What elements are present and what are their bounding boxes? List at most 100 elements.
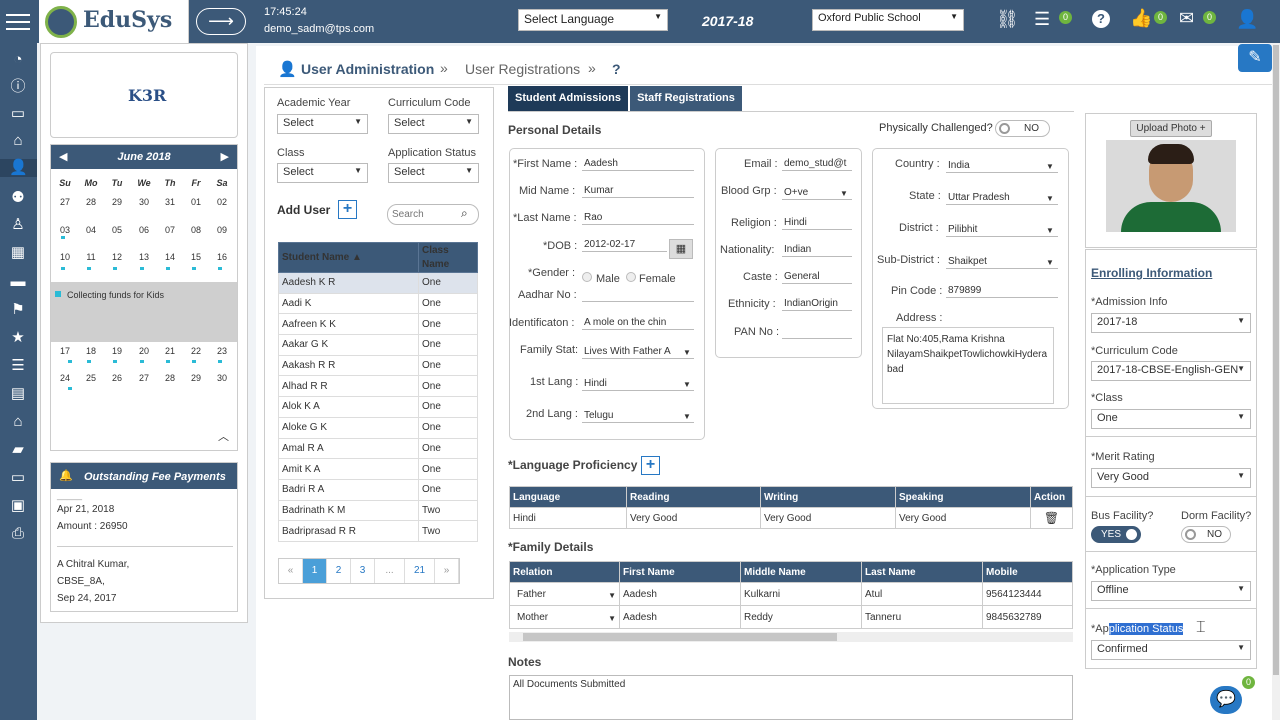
bed-icon[interactable]: ▭ bbox=[8, 469, 28, 487]
speaking-cell[interactable]: Very Good bbox=[895, 507, 1031, 529]
dorm-facility-toggle[interactable]: NO bbox=[1181, 526, 1231, 543]
calendar-event[interactable]: Collecting funds for Kids bbox=[67, 290, 164, 300]
list-icon[interactable]: ☰ bbox=[8, 357, 28, 375]
curriculum-code-select[interactable]: Select ▼ bbox=[388, 114, 479, 134]
state-select[interactable]: Uttar Pradesh bbox=[946, 191, 1058, 205]
calendar-day[interactable]: 27 bbox=[131, 373, 157, 383]
curriculum-code-select[interactable]: 2017-18-CBSE-English-GEN ▼ bbox=[1091, 361, 1251, 381]
calendar-day[interactable]: 10 bbox=[52, 252, 78, 262]
admission-info-select[interactable]: 2017-18 ▼ bbox=[1091, 313, 1251, 333]
calendar-day[interactable]: 21 bbox=[157, 346, 183, 356]
reading-cell[interactable]: Very Good bbox=[626, 507, 761, 529]
class-name-cell[interactable]: One bbox=[418, 396, 478, 418]
sort-asc-icon[interactable]: ▲ bbox=[352, 252, 362, 263]
female-radio[interactable] bbox=[626, 272, 636, 282]
calendar-icon[interactable]: ▦ bbox=[669, 239, 693, 259]
table-row[interactable]: Aafreen K K One bbox=[278, 313, 478, 336]
mid-name-field[interactable]: Kumar bbox=[582, 184, 694, 198]
calendar-day[interactable]: 09 bbox=[209, 225, 235, 235]
family-cell[interactable]: Aadesh bbox=[619, 605, 741, 629]
class-select[interactable]: Select ▼ bbox=[277, 163, 368, 183]
calendar-day[interactable]: 20 bbox=[131, 346, 157, 356]
calendar-day[interactable]: 26 bbox=[104, 373, 130, 383]
nationality-field[interactable]: Indian bbox=[782, 243, 852, 257]
graduation-icon[interactable]: ⌂ bbox=[8, 413, 28, 431]
student-name-cell[interactable]: Aafreen K K bbox=[278, 313, 419, 336]
add-language-button[interactable]: + bbox=[641, 456, 660, 475]
notes-textarea[interactable]: All Documents Submitted bbox=[509, 675, 1073, 720]
user-email[interactable]: demo_sadm@tps.com bbox=[264, 23, 374, 35]
family-cell[interactable]: Tanneru bbox=[861, 605, 983, 629]
tab-student-admissions[interactable]: Student Admissions bbox=[508, 86, 628, 111]
calendar-day[interactable]: 11 bbox=[78, 252, 104, 262]
bus-facility-toggle[interactable]: YES bbox=[1091, 526, 1141, 543]
calendar-day[interactable]: 05 bbox=[104, 225, 130, 235]
language-select[interactable]: Select Language ▼ bbox=[518, 9, 668, 31]
news-icon[interactable]: ☰ bbox=[1034, 9, 1050, 30]
bank-icon[interactable]: ⌂ bbox=[8, 132, 28, 150]
bus-icon[interactable]: ▣ bbox=[8, 497, 28, 515]
table-row[interactable]: Badrinath K M Two bbox=[278, 499, 478, 522]
page-button[interactable]: ... bbox=[375, 559, 405, 583]
email-field[interactable]: demo_stud@t bbox=[782, 157, 852, 171]
next-month-icon[interactable]: ▶ bbox=[221, 150, 229, 163]
class-name-cell[interactable]: One bbox=[418, 478, 478, 501]
table-row[interactable]: Amal R A One bbox=[278, 437, 478, 460]
calendar-day[interactable]: 31 bbox=[157, 197, 183, 207]
district-select[interactable]: Pilibhit bbox=[946, 223, 1058, 237]
scrollbar-thumb[interactable] bbox=[523, 633, 837, 641]
calendar-day[interactable]: 12 bbox=[104, 252, 130, 262]
student-name-cell[interactable]: Aloke G K bbox=[278, 416, 419, 439]
family-cell[interactable]: Aadesh bbox=[619, 582, 741, 606]
relation-select[interactable]: Mother ▼ bbox=[509, 605, 620, 629]
calendar-day[interactable]: 28 bbox=[157, 373, 183, 383]
vertical-scrollbar[interactable] bbox=[1272, 43, 1280, 720]
application-status-select[interactable]: Confirmed ▼ bbox=[1091, 640, 1251, 660]
calculator-icon[interactable]: ▦ bbox=[8, 244, 28, 262]
chat-icon[interactable]: 💬 bbox=[1210, 686, 1242, 714]
col-student-name[interactable]: Student Name ▲ bbox=[278, 242, 419, 273]
calendar-day[interactable]: 15 bbox=[183, 252, 209, 262]
table-row[interactable]: Alhad R R One bbox=[278, 375, 478, 398]
calendar-day[interactable]: 19 bbox=[104, 346, 130, 356]
user-admin-icon[interactable]: 👤 bbox=[0, 159, 37, 177]
family-cell[interactable]: Atul bbox=[861, 582, 983, 606]
calendar-day[interactable]: 03 bbox=[52, 225, 78, 235]
calendar-day[interactable]: 24 bbox=[52, 373, 78, 383]
calendar-day[interactable]: 22 bbox=[183, 346, 209, 356]
calendar-day[interactable]: 14 bbox=[157, 252, 183, 262]
mail-icon[interactable]: ✉ bbox=[1179, 8, 1194, 29]
table-row[interactable]: Aakash R R One bbox=[278, 354, 478, 377]
family-cell[interactable]: 9845632789 bbox=[982, 605, 1073, 629]
next-page-button[interactable]: » bbox=[435, 559, 459, 583]
family-status-select[interactable]: Lives With Father A bbox=[582, 345, 694, 359]
class-name-cell[interactable]: One bbox=[418, 272, 478, 294]
collapse-arrow-icon[interactable]: ⟶ bbox=[196, 8, 246, 35]
add-user-button[interactable]: + bbox=[338, 200, 357, 219]
document-icon[interactable]: ▤ bbox=[8, 385, 28, 403]
physically-challenged-toggle[interactable]: NO bbox=[995, 120, 1050, 137]
male-radio[interactable] bbox=[582, 272, 592, 282]
calendar-day[interactable]: 16 bbox=[209, 252, 235, 262]
aadhar-field[interactable] bbox=[582, 288, 694, 302]
academic-year-select[interactable]: Select ▼ bbox=[277, 114, 368, 134]
country-select[interactable]: India bbox=[946, 159, 1058, 173]
upload-photo-button[interactable]: Upload Photo + bbox=[1130, 120, 1212, 137]
table-row[interactable]: Alok K A One bbox=[278, 396, 478, 418]
calendar-day[interactable]: 29 bbox=[183, 373, 209, 383]
subdistrict-select[interactable]: Shaikpet bbox=[946, 255, 1058, 269]
calendar-day[interactable]: 17 bbox=[52, 346, 78, 356]
hamburger-menu-icon[interactable] bbox=[6, 12, 30, 30]
prev-page-button[interactable]: « bbox=[279, 559, 303, 583]
relation-select[interactable]: Father ▼ bbox=[509, 582, 620, 606]
caste-field[interactable]: General bbox=[782, 270, 852, 284]
page-button[interactable]: 21 bbox=[405, 559, 435, 583]
language-cell[interactable]: Hindi bbox=[509, 507, 627, 529]
calendar-day[interactable]: 01 bbox=[183, 197, 209, 207]
tab-staff-registrations[interactable]: Staff Registrations bbox=[630, 86, 742, 111]
writing-cell[interactable]: Very Good bbox=[760, 507, 896, 529]
page-button[interactable]: 1 bbox=[303, 559, 327, 583]
class-name-cell[interactable]: One bbox=[418, 354, 478, 377]
address-textarea[interactable]: Flat No:405,Rama Krishna NilayamShaikpet… bbox=[882, 327, 1054, 404]
card-icon[interactable]: ▬ bbox=[8, 273, 28, 291]
